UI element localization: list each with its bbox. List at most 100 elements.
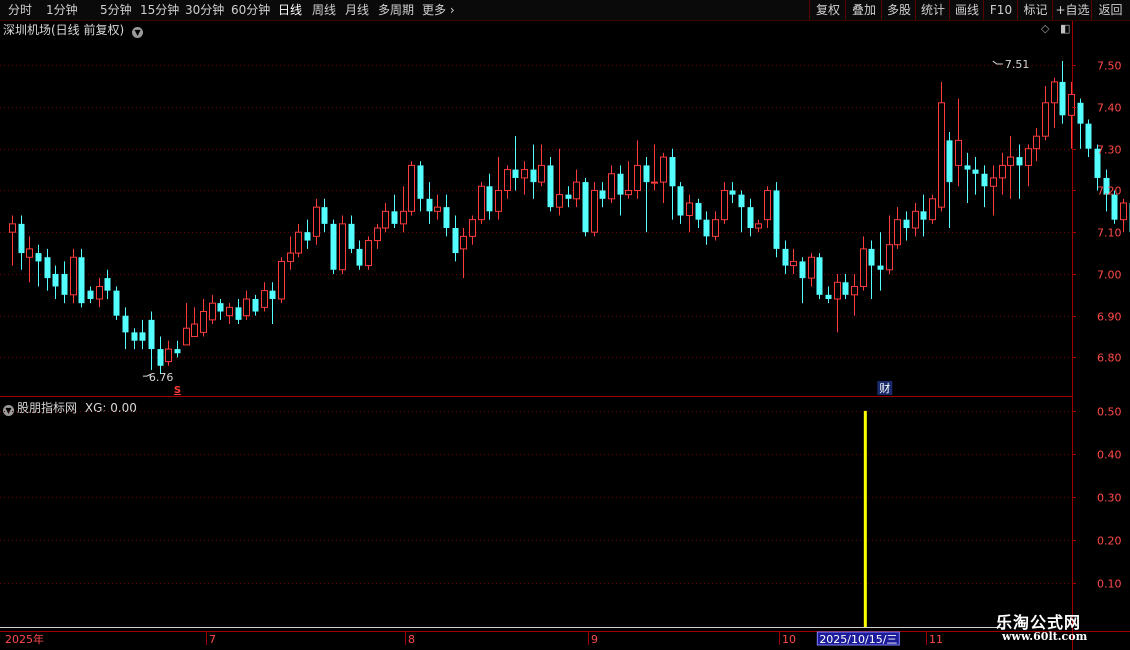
candle (122, 307, 129, 350)
candle-body (261, 290, 268, 308)
candle (278, 257, 285, 304)
candle (1025, 144, 1032, 187)
candle (912, 202, 919, 237)
candle (773, 182, 780, 258)
candle-body (469, 219, 476, 237)
candle-body (339, 223, 346, 271)
candle-body (868, 248, 875, 266)
candle-body (313, 206, 320, 237)
candle (868, 240, 875, 299)
candle-body (1033, 135, 1040, 150)
y-tick-label: 0.50 (1097, 406, 1122, 419)
candle-body (808, 256, 815, 279)
candle-body (990, 177, 997, 187)
candle (721, 182, 728, 224)
candle-body (729, 190, 736, 195)
candle (226, 303, 233, 325)
low-price-label: 6.76 (149, 371, 174, 384)
candle (964, 152, 971, 203)
candle (70, 248, 77, 304)
candle (530, 144, 537, 199)
y-tick-label: 0.10 (1097, 578, 1122, 591)
candle (695, 198, 702, 229)
xg-series (863, 410, 867, 627)
candle-body (903, 219, 910, 229)
candle-body (504, 169, 511, 191)
candle-body (703, 219, 710, 237)
candle-body (669, 157, 676, 187)
candle-body (886, 244, 893, 271)
candle-body (269, 290, 276, 299)
candle-body (964, 165, 971, 170)
candle-body (955, 139, 962, 166)
candle-body (981, 173, 988, 187)
candle (408, 161, 415, 216)
candle (729, 182, 736, 203)
candle-body (9, 223, 16, 233)
candle (894, 207, 901, 249)
month-label: 11 (929, 633, 943, 646)
candle-body (87, 290, 94, 299)
candle (452, 215, 459, 262)
candle-body (104, 278, 111, 291)
candle (209, 294, 216, 325)
candle (18, 215, 25, 270)
candle (538, 144, 545, 187)
y-tick-label: 7.30 (1097, 144, 1122, 157)
candle (703, 211, 710, 245)
candle-body (278, 260, 285, 300)
candle (330, 219, 337, 274)
candle (35, 244, 42, 287)
candle (417, 161, 424, 212)
candle-body (929, 198, 936, 221)
candle (764, 186, 771, 229)
candle-body (1059, 81, 1066, 116)
candle-body (825, 294, 832, 299)
month-label: 2025年 (5, 632, 44, 646)
candle (356, 240, 363, 270)
candle (573, 169, 580, 208)
candle (1051, 77, 1058, 128)
candle-body (773, 190, 780, 249)
candle (981, 165, 988, 208)
candle (660, 152, 667, 203)
candle-body (330, 223, 337, 270)
y-tick-label: 6.90 (1097, 311, 1122, 324)
candle-body (1068, 93, 1075, 116)
candle-body (565, 194, 572, 199)
candle (599, 182, 606, 208)
candle (78, 248, 85, 308)
candle-body (226, 306, 233, 317)
y-tick-label: 0.30 (1097, 492, 1122, 505)
candle-body (217, 303, 224, 312)
highlighted-date-label: 2025/10/15/三 (819, 633, 897, 646)
candle (313, 198, 320, 245)
candle (1033, 127, 1040, 162)
watermark-url: www.60lt.com (1002, 630, 1088, 643)
candle-body (591, 189, 598, 233)
candle (591, 182, 598, 237)
candle (217, 298, 224, 320)
candle (165, 340, 172, 366)
candle (469, 215, 476, 245)
candle-body (252, 298, 259, 312)
candle (191, 307, 198, 338)
candle (712, 211, 719, 241)
chart-canvas: 6.80 6.90 7.00 7.10 7.20 7.30 7.40 7.50 0.10 0.2… (0, 21, 1130, 650)
y-tick-label: 7.10 (1097, 227, 1122, 240)
high-pointer (992, 60, 1003, 65)
candle-body (816, 257, 823, 295)
candle-body (799, 261, 806, 279)
candle (755, 219, 762, 233)
candle (608, 165, 615, 203)
candle (556, 148, 563, 216)
candle (955, 98, 962, 187)
candle-body (660, 156, 667, 183)
candle-body (755, 223, 762, 229)
candle (512, 136, 519, 191)
candle (634, 140, 641, 199)
candle-body (26, 248, 33, 258)
candle-body (747, 207, 754, 229)
candle-body (834, 281, 841, 300)
candle-body (183, 327, 190, 346)
